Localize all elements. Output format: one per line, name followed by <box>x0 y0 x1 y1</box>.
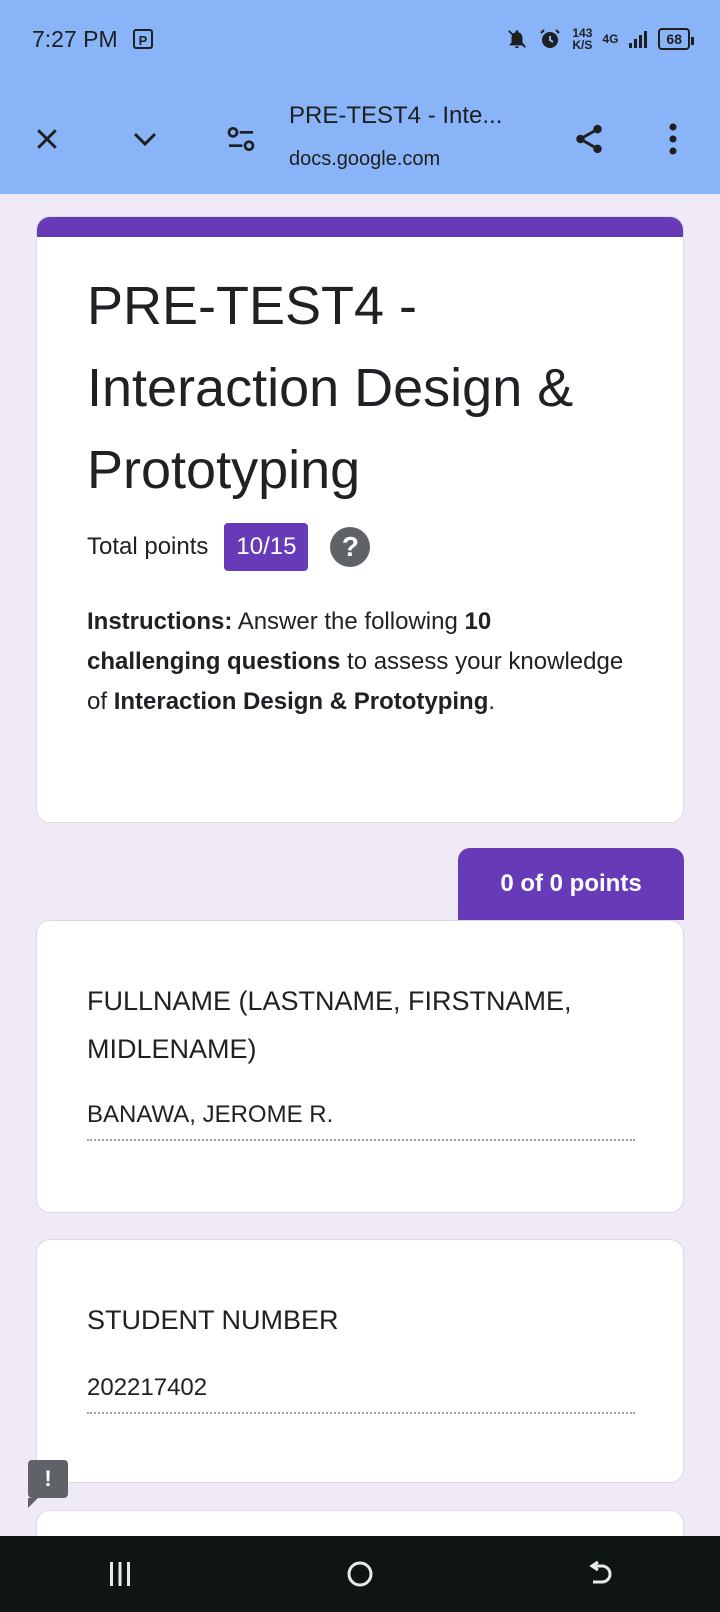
help-icon[interactable]: ? <box>330 527 371 567</box>
app-notification-icon: P <box>133 29 153 49</box>
share-icon[interactable] <box>564 114 614 164</box>
battery-indicator: 68 <box>658 28 694 50</box>
instructions-text-1: Answer the following <box>232 608 465 635</box>
form-header-card: PRE-TEST4 - Interaction Design & Prototy… <box>36 216 684 823</box>
page-url: docs.google.com <box>289 148 441 170</box>
network-type: 4G <box>602 32 619 46</box>
answer-field: 202217402 <box>87 1374 635 1414</box>
section-score-badge: 0 of 0 points <box>458 848 684 920</box>
total-points-badge: 10/15 <box>224 523 309 571</box>
page-settings-icon[interactable] <box>216 114 266 164</box>
instructions-strong-2: Interaction Design & Prototyping <box>113 688 489 715</box>
page-title: PRE-TEST4 - Inte... <box>289 102 503 129</box>
recent-apps-icon[interactable] <box>80 1544 160 1604</box>
instructions-count: 10 <box>464 608 492 635</box>
browser-toolbar: PRE-TEST4 - Inte... docs.google.com <box>0 84 720 194</box>
answer-field: BANAWA, JEROME R. <box>87 1101 635 1141</box>
report-feedback-icon[interactable]: ! <box>28 1460 68 1508</box>
total-points-label: Total points <box>87 533 209 560</box>
question-card-fullname: FULLNAME (LASTNAME, FIRSTNAME, MIDLENAME… <box>36 920 684 1213</box>
close-icon[interactable] <box>22 114 72 164</box>
instructions-end: . <box>488 688 496 715</box>
status-time: 7:27 PM <box>32 26 118 52</box>
instructions-prefix: Instructions: <box>87 608 233 635</box>
question-card-student-number: STUDENT NUMBER 202217402 <box>36 1239 684 1483</box>
mute-bell-icon <box>508 30 527 49</box>
form-instructions: Instructions: Answer the following 10 ch… <box>87 602 627 722</box>
more-options-icon[interactable] <box>648 114 698 164</box>
home-icon[interactable] <box>320 1544 400 1604</box>
form-title: PRE-TEST4 - Interaction Design & Prototy… <box>87 276 574 500</box>
net-speed-unit: K/S <box>572 38 593 52</box>
question-label: STUDENT NUMBER <box>87 1305 339 1335</box>
signal-icon <box>629 31 648 48</box>
back-icon[interactable] <box>560 1544 640 1604</box>
chevron-down-icon[interactable] <box>120 114 170 164</box>
question-label: FULLNAME (LASTNAME, FIRSTNAME, MIDLENAME… <box>87 986 572 1064</box>
system-nav-bar <box>0 1536 720 1612</box>
alarm-icon <box>540 29 561 48</box>
total-points-row: Total points 10/15 ? <box>87 523 371 571</box>
instructions-strong-1: challenging questions <box>87 648 341 675</box>
status-indicators: 143 K/S 4G 68 <box>506 24 694 54</box>
net-speed: 143 K/S <box>572 27 592 51</box>
form-accent-bar <box>37 217 683 237</box>
status-bar: 7:27 PM P 143 K/S 4G 68 <box>0 0 720 84</box>
